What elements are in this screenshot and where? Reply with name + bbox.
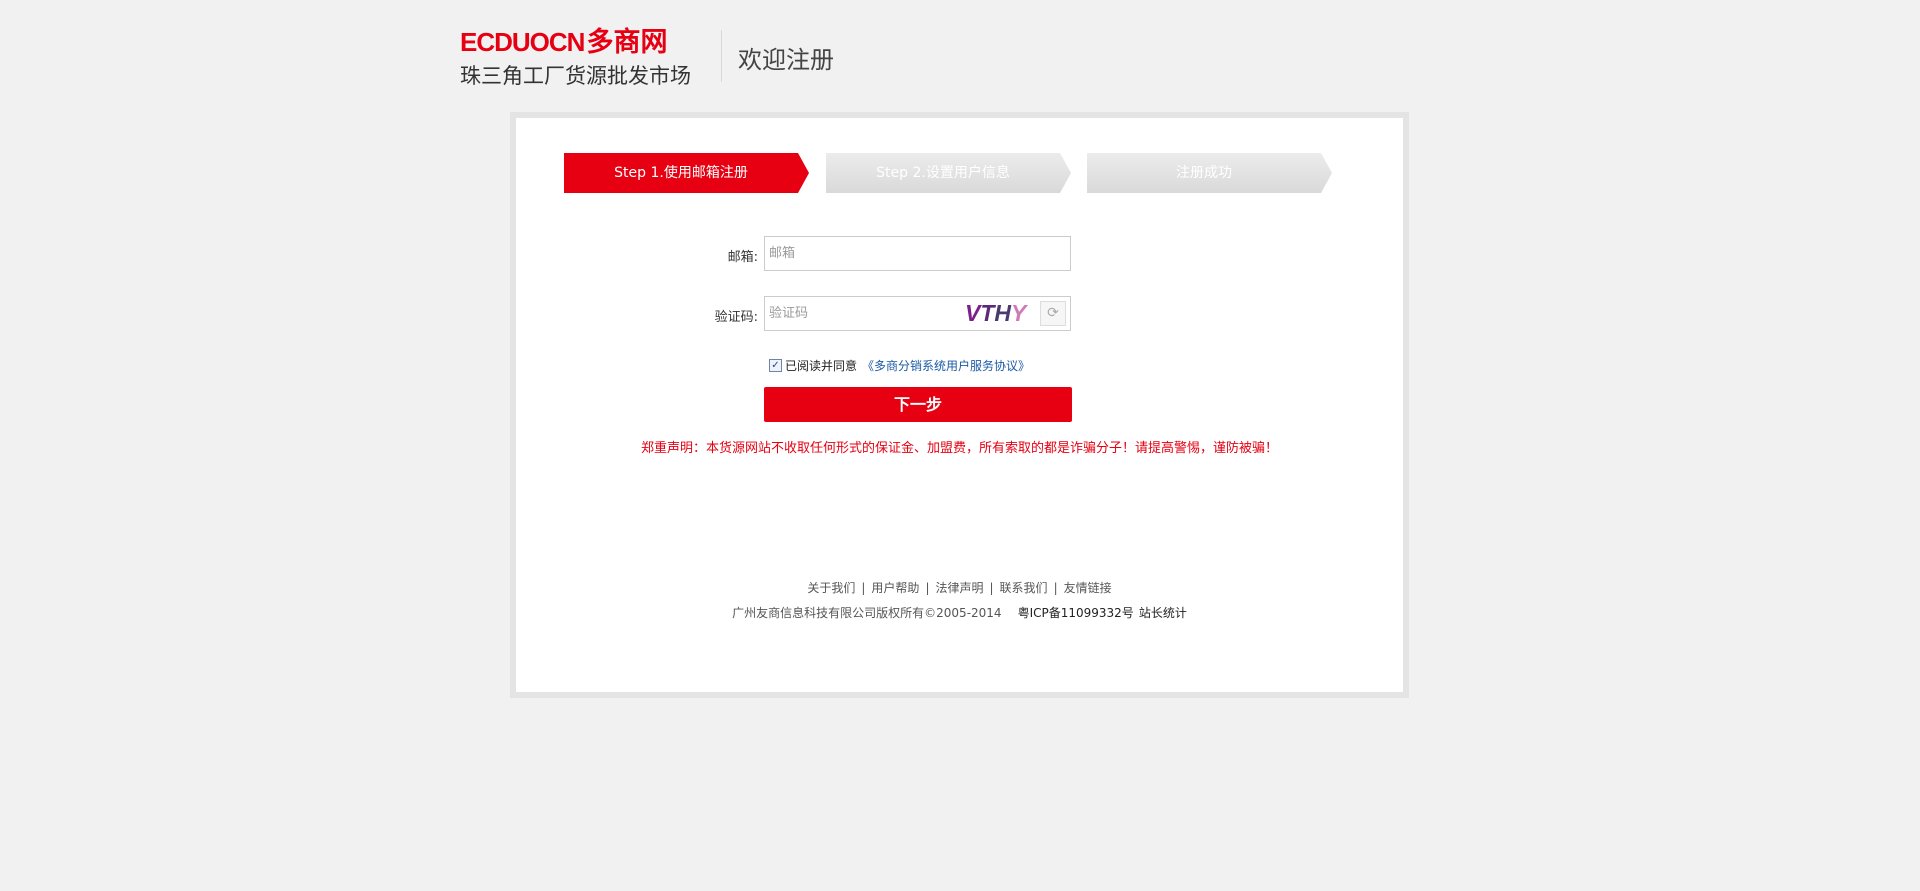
next-step-button[interactable]: 下一步 [764, 387, 1072, 422]
header-divider [721, 30, 722, 82]
icp-number: 粤ICP备11099332号 [1017, 606, 1134, 620]
captcha-char: V [965, 300, 981, 326]
footer-link-legal[interactable]: 法律声明 [935, 581, 983, 595]
site-stats-link[interactable]: 站长统计 [1139, 606, 1187, 620]
email-input[interactable] [764, 236, 1071, 271]
logo-en-text: ECDUOCN [460, 27, 585, 57]
agreement-row: ✓ 已阅读并同意 《多商分销系统用户服务协议》 [769, 357, 1030, 375]
captcha-image[interactable]: VTHY [965, 300, 1035, 326]
site-logo[interactable]: ECDUOCN多商网 珠三角工厂货源批发市场 [460, 27, 707, 89]
captcha-char: H [994, 300, 1012, 326]
captcha-label: 验证码: [714, 310, 758, 325]
footer-link-about[interactable]: 关于我们 [807, 581, 855, 595]
step-2-user-info: Step 2.设置用户信息 [826, 153, 1071, 193]
register-panel: Step 1.使用邮箱注册 Step 2.设置用户信息 注册成功 邮箱: 验证码… [516, 118, 1403, 692]
footer-separator: | [861, 581, 866, 595]
captcha-char: Y [1011, 300, 1027, 326]
captcha-char: T [980, 300, 995, 326]
step-3-success: 注册成功 [1087, 153, 1332, 193]
footer-separator: | [1053, 581, 1058, 595]
step-1-email-register: Step 1.使用邮箱注册 [564, 153, 809, 193]
refresh-icon[interactable]: ⟳ [1040, 301, 1066, 326]
email-label: 邮箱: [727, 250, 758, 265]
copyright-row: 广州友商信息科技有限公司版权所有©2005-2014 粤ICP备11099332号… [516, 604, 1403, 621]
footer-separator: | [925, 581, 930, 595]
agree-text: 已阅读并同意 [785, 359, 858, 373]
page-header: ECDUOCN多商网 珠三角工厂货源批发市场 欢迎注册 [460, 27, 880, 89]
captcha-field: VTHY ⟳ [764, 296, 1071, 331]
fraud-notice: 郑重声明：本货源网站不收取任何形式的保证金、加盟费，所有索取的都是诈骗分子！请提… [640, 441, 1278, 456]
logo-tagline: 珠三角工厂货源批发市场 [460, 64, 691, 88]
captcha-input[interactable] [765, 297, 960, 330]
footer-link-contact[interactable]: 联系我们 [1000, 581, 1048, 595]
footer-link-help[interactable]: 用户帮助 [871, 581, 919, 595]
checkbox-checked-icon[interactable]: ✓ [769, 359, 782, 372]
footer-separator: | [989, 581, 994, 595]
page-title: 欢迎注册 [738, 46, 834, 74]
copyright-text: 广州友商信息科技有限公司版权所有©2005-2014 [732, 606, 1002, 620]
agreement-link[interactable]: 《多商分销系统用户服务协议》 [862, 359, 1030, 373]
register-frame: Step 1.使用邮箱注册 Step 2.设置用户信息 注册成功 邮箱: 验证码… [510, 112, 1409, 698]
logo-wordmark: ECDUOCN多商网 [460, 27, 668, 58]
footer-link-friends[interactable]: 友情链接 [1064, 581, 1112, 595]
logo-cn-text: 多商网 [586, 27, 668, 58]
step-1-label: Step 1.使用邮箱注册 [614, 165, 748, 181]
step-2-label: Step 2.设置用户信息 [876, 165, 1010, 181]
step-3-label: 注册成功 [1176, 165, 1232, 181]
footer-links: 关于我们 | 用户帮助 | 法律声明 | 联系我们 | 友情链接 [516, 579, 1403, 596]
